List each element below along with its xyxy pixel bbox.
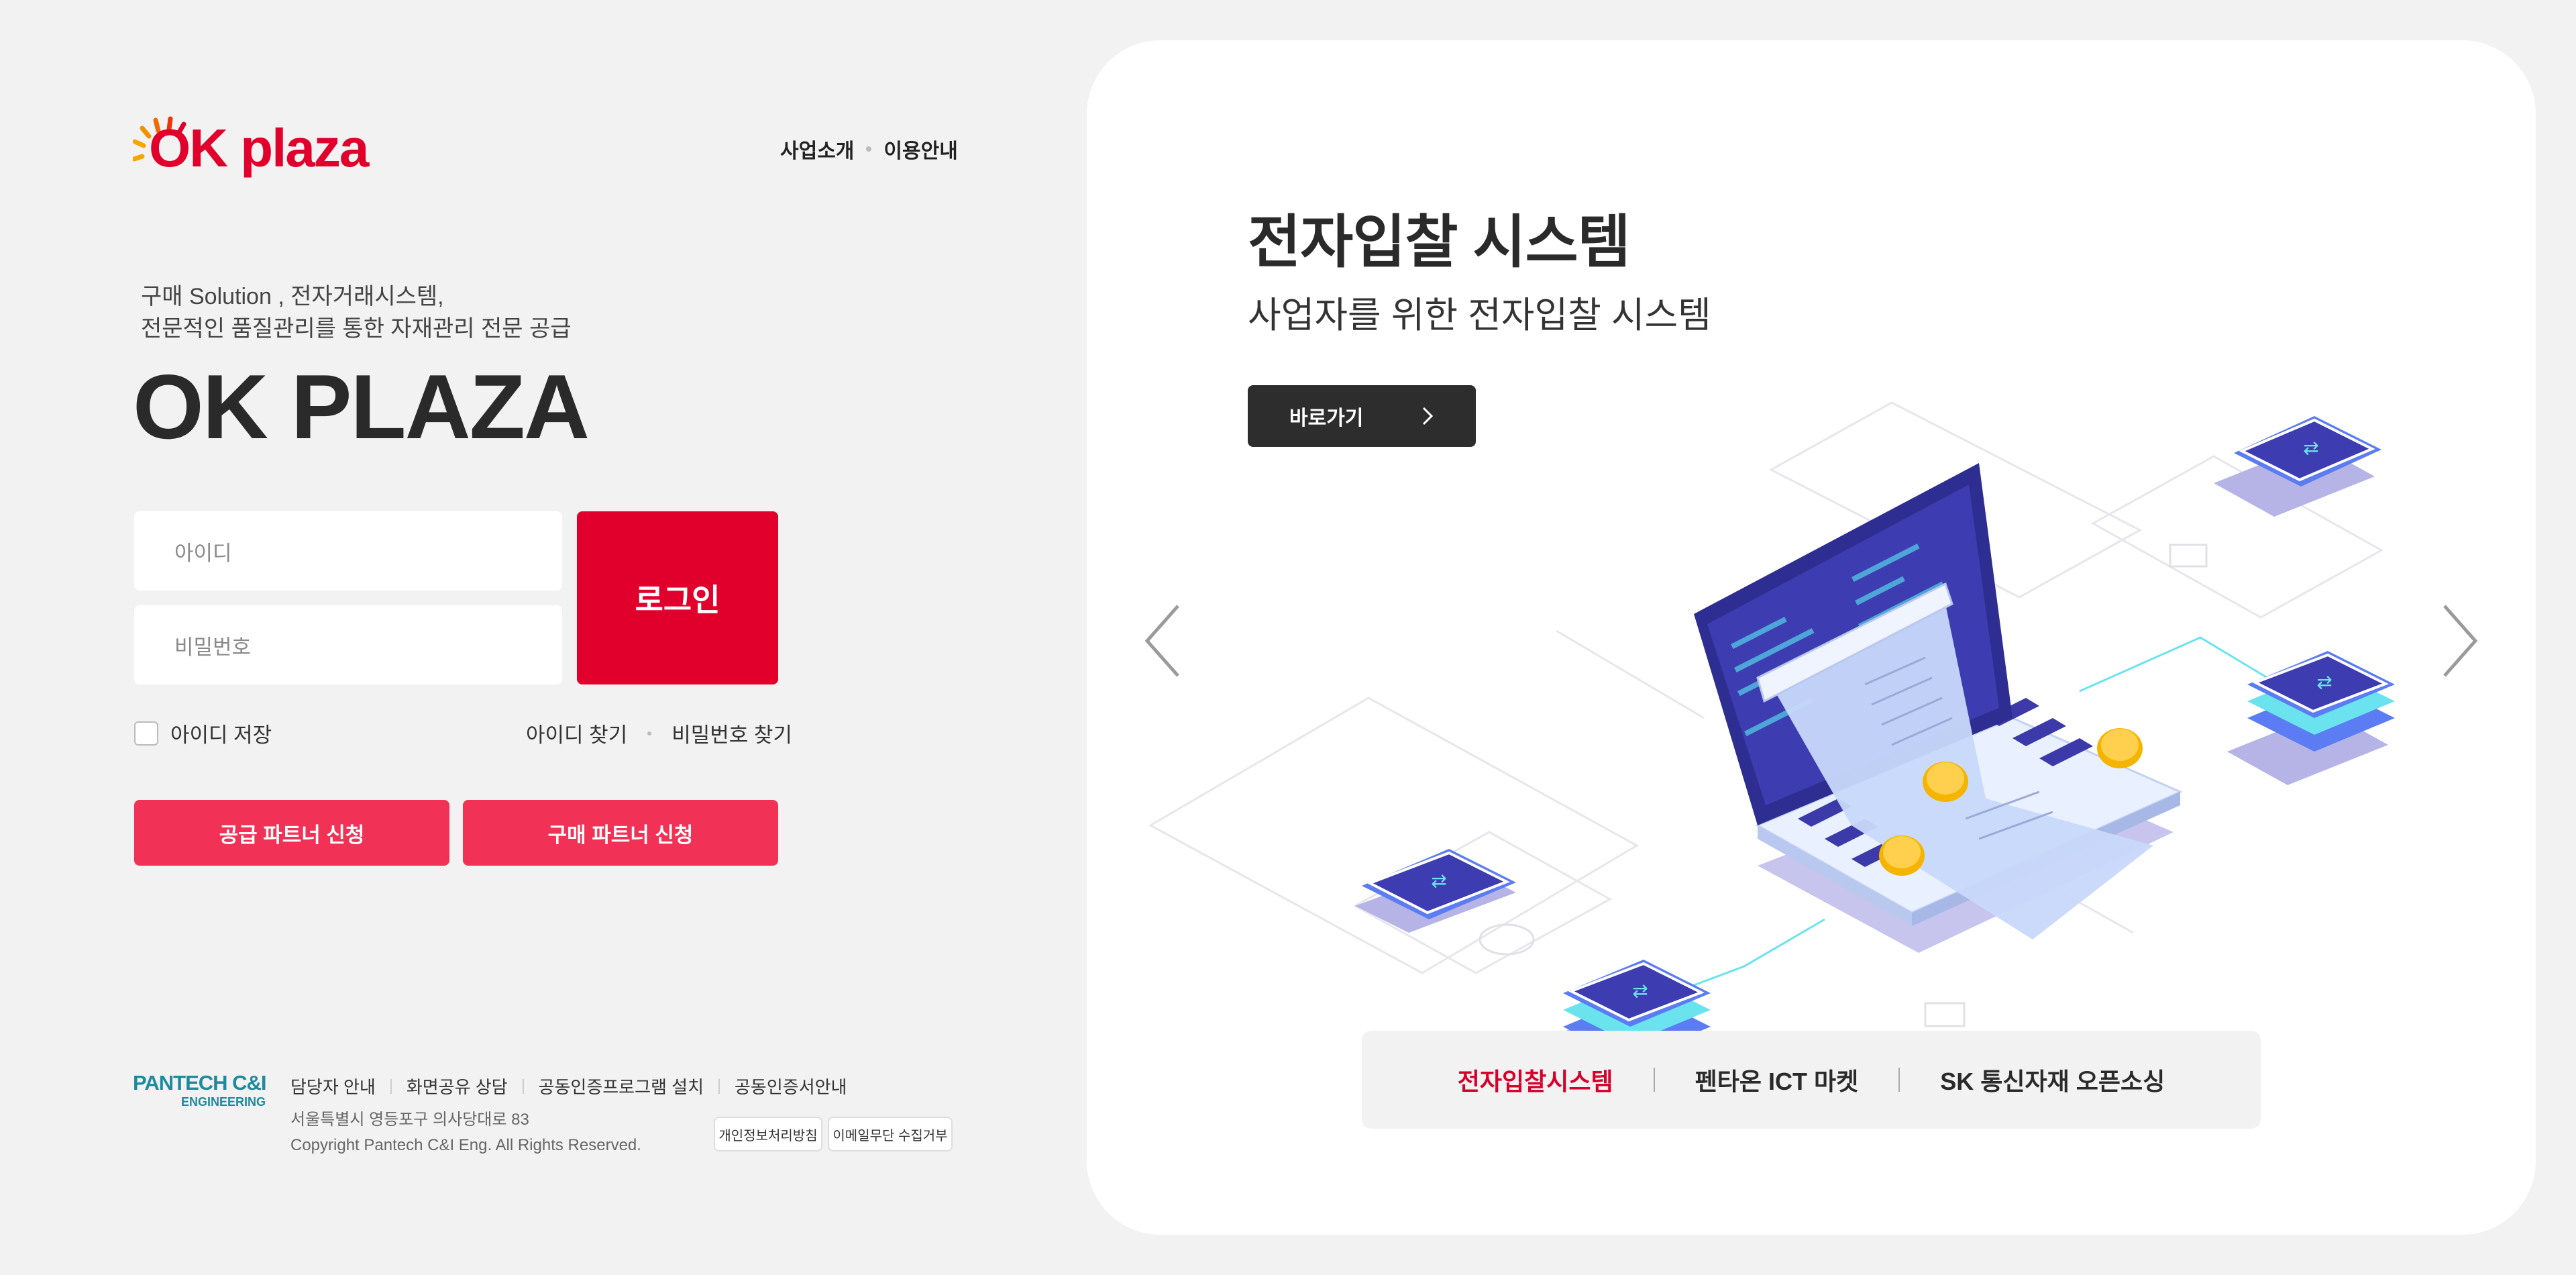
nav-item-business[interactable]: 사업소개 bbox=[780, 134, 854, 164]
chevron-right-icon bbox=[1422, 407, 1434, 425]
tagline: 구매 Solution , 전자거래시스템, 전문적인 품질관리를 통한 자재관… bbox=[141, 280, 572, 345]
find-links: 아이디 찾기 비밀번호 찾기 bbox=[526, 718, 792, 748]
slide-tabs: 전자입찰시스템 펜타온 ICT 마켓 SK 통신자재 오픈소싱 bbox=[1362, 1031, 2261, 1129]
find-password-link[interactable]: 비밀번호 찾기 bbox=[672, 718, 792, 748]
purchase-partner-button[interactable]: 구매 파트너 신청 bbox=[463, 800, 778, 866]
login-button[interactable]: 로그인 bbox=[577, 511, 778, 684]
svg-text:⇄: ⇄ bbox=[2303, 437, 2318, 459]
supply-partner-button[interactable]: 공급 파트너 신청 bbox=[134, 800, 449, 866]
footer-link-cert-guide[interactable]: 공동인증서안내 bbox=[735, 1074, 847, 1099]
footer-links: 담당자 안내 화면공유 상담 공동인증프로그램 설치 공동인증서안내 bbox=[290, 1074, 847, 1099]
tab-separator bbox=[1898, 1068, 1900, 1092]
tab-ict-market[interactable]: 펜타온 ICT 마켓 bbox=[1695, 1062, 1859, 1097]
email-refusal-button[interactable]: 이메일무단 수집거부 bbox=[828, 1117, 953, 1152]
tab-sk-opensourcing[interactable]: SK 통신자재 오픈소싱 bbox=[1940, 1062, 2165, 1097]
slide-card: ⇄ ⇄ ⇄ ⇄ 전자입찰 시스템 사업자를 위한 전자입찰 시스템 바로가기 전… bbox=[1087, 40, 2536, 1235]
pantech-logo-name: PANTECH C&I bbox=[133, 1071, 267, 1094]
nav-separator bbox=[866, 146, 872, 152]
save-id-checkbox[interactable] bbox=[134, 721, 158, 746]
copyright-text: Copyright Pantech C&I Eng. All Rights Re… bbox=[290, 1136, 641, 1154]
password-input[interactable]: 비밀번호 bbox=[134, 605, 562, 684]
go-button-label: 바로가기 bbox=[1289, 407, 1364, 429]
pantech-logo-sub: ENGINEERING bbox=[181, 1095, 266, 1109]
slide-subtitle: 사업자를 위한 전자입찰 시스템 bbox=[1248, 295, 1711, 336]
footer-separator bbox=[718, 1078, 720, 1094]
find-separator bbox=[647, 731, 652, 735]
save-id[interactable]: 아이디 저장 bbox=[134, 718, 272, 748]
footer-link-cert-install[interactable]: 공동인증프로그램 설치 bbox=[539, 1074, 704, 1099]
arrow-right-icon[interactable] bbox=[2435, 601, 2482, 681]
go-button[interactable]: 바로가기 bbox=[1248, 385, 1476, 447]
logo-text: OK plaza bbox=[149, 118, 369, 178]
slide-title: 전자입찰 시스템 bbox=[1248, 210, 1631, 274]
address-text: 서울특별시 영등포구 의사당대로 83 bbox=[290, 1111, 529, 1129]
tagline-line-2: 전문적인 품질관리를 통한 자재관리 전문 공급 bbox=[141, 316, 572, 342]
arrow-left-icon[interactable] bbox=[1140, 601, 1187, 681]
save-id-label: 아이디 저장 bbox=[170, 723, 272, 747]
footer-link-screen-share[interactable]: 화면공유 상담 bbox=[407, 1074, 508, 1099]
find-id-link[interactable]: 아이디 찾기 bbox=[526, 718, 627, 748]
id-input[interactable]: 아이디 bbox=[134, 511, 562, 591]
footer-separator bbox=[522, 1078, 524, 1094]
ok-plaza-logo[interactable]: OK plaza bbox=[133, 104, 369, 178]
pantech-logo: PANTECH C&I ENGINEERING bbox=[133, 1071, 267, 1109]
page-title: OK PLAZA bbox=[133, 356, 590, 458]
top-nav: 사업소개 이용안내 bbox=[780, 134, 958, 164]
privacy-policy-button[interactable]: 개인정보처리방침 bbox=[714, 1117, 822, 1152]
svg-text:⇄: ⇄ bbox=[1632, 980, 1648, 1002]
footer-separator bbox=[390, 1078, 392, 1094]
nav-item-guide[interactable]: 이용안내 bbox=[883, 134, 957, 164]
tab-separator bbox=[1653, 1068, 1655, 1092]
svg-text:⇄: ⇄ bbox=[2316, 671, 2332, 693]
footer-address: 서울특별시 영등포구 의사당대로 83 Copyright Pantech C&… bbox=[290, 1107, 641, 1158]
tab-e-bidding[interactable]: 전자입찰시스템 bbox=[1458, 1062, 1613, 1097]
tagline-line-1: 구매 Solution , 전자거래시스템, bbox=[141, 284, 444, 309]
footer-link-contact[interactable]: 담당자 안내 bbox=[290, 1074, 376, 1099]
svg-text:⇄: ⇄ bbox=[1431, 870, 1446, 892]
